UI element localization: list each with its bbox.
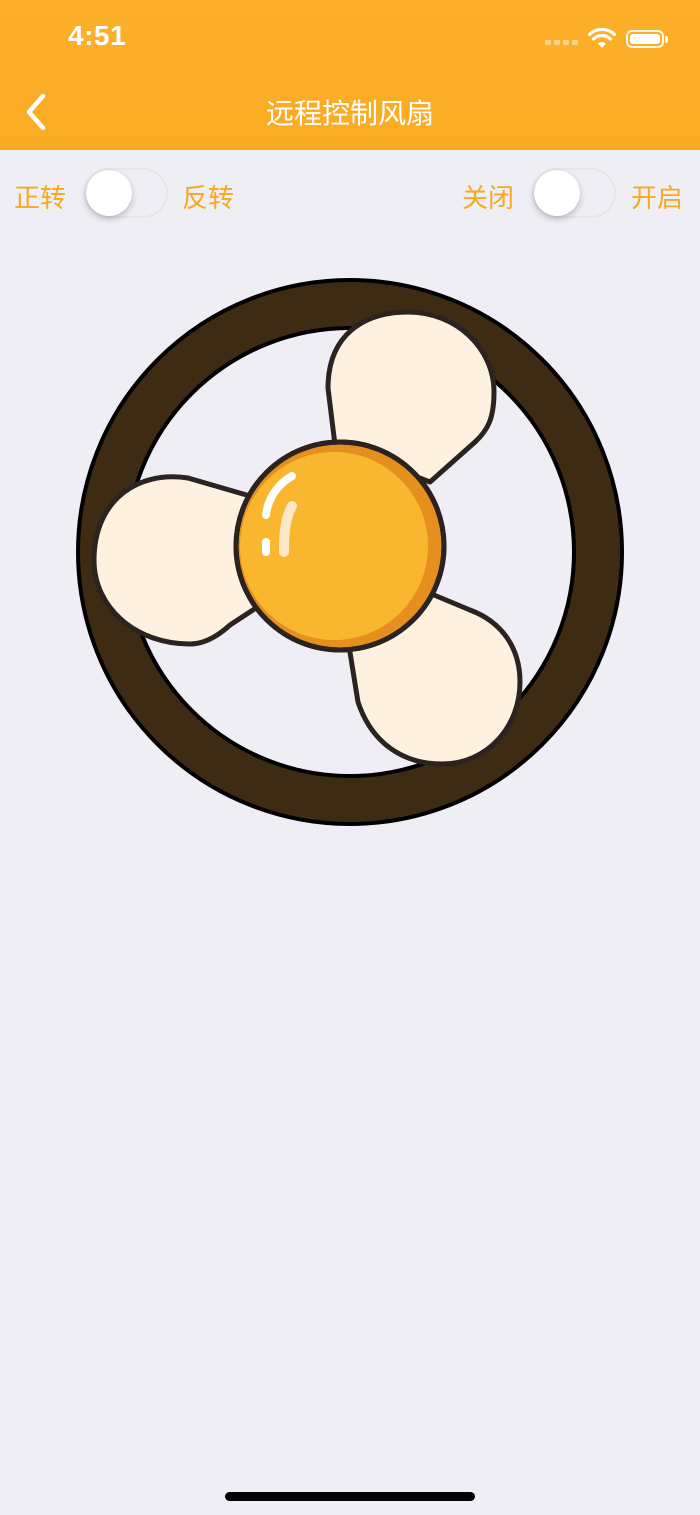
power-toggle[interactable] <box>532 168 618 220</box>
home-indicator[interactable] <box>225 1492 475 1501</box>
forward-label: 正转 <box>14 184 67 214</box>
power-toggle-knob <box>534 170 580 216</box>
status-icons <box>545 24 668 54</box>
direction-toggle-knob <box>86 170 132 216</box>
on-label: 开启 <box>631 184 684 214</box>
signal-icon <box>545 39 578 45</box>
battery-icon <box>626 30 668 48</box>
page-title: 远程控制风扇 <box>265 97 434 130</box>
control-row: 正转 反转 关闭 开启 <box>0 168 700 222</box>
wifi-icon <box>588 28 616 48</box>
off-label: 关闭 <box>462 184 515 214</box>
status-time: 4:51 <box>68 20 127 51</box>
fan-icon <box>76 278 624 826</box>
fan-blade-left <box>91 474 259 647</box>
fan-hub <box>233 439 447 653</box>
fan-illustration <box>70 270 630 830</box>
reverse-label: 反转 <box>182 184 235 214</box>
nav-bar: 4:51 远程控制风扇 <box>0 0 700 150</box>
direction-toggle[interactable] <box>84 168 170 220</box>
